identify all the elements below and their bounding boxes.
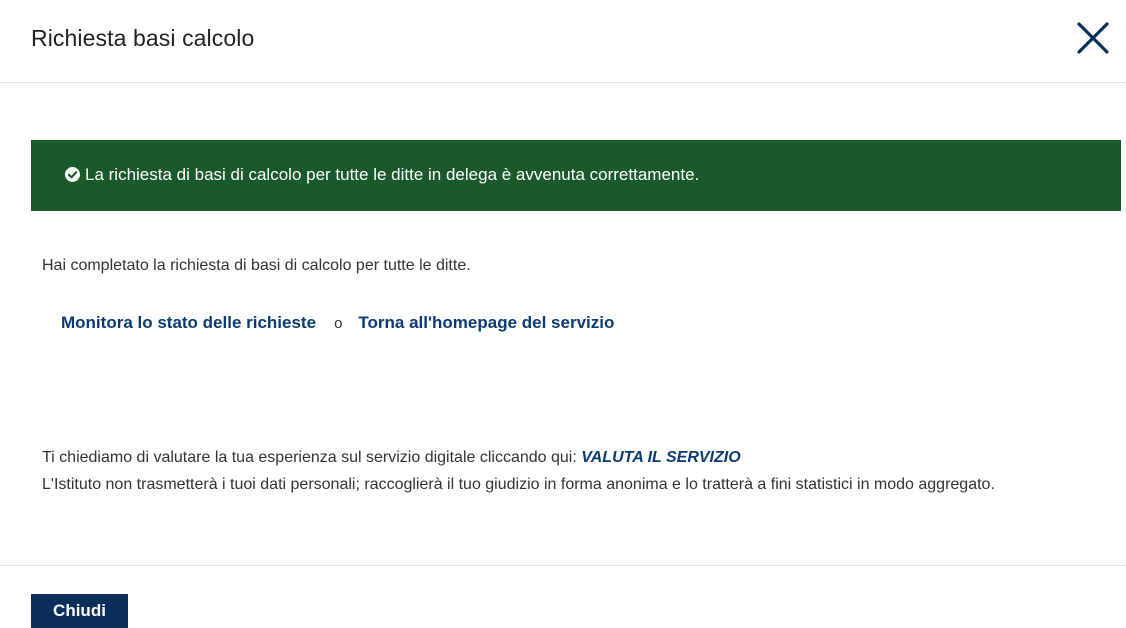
modal-footer: Chiudi <box>0 565 1126 628</box>
modal-dialog: Richiesta basi calcolo La richiesta di b… <box>0 0 1126 628</box>
alert-message: La richiesta di basi di calcolo per tutt… <box>85 165 700 184</box>
check-circle-icon <box>65 167 80 182</box>
rate-service-link[interactable]: VALUTA IL SERVIZIO <box>581 449 740 466</box>
close-icon <box>1077 22 1109 54</box>
feedback-section: Ti chiediamo di valutare la tua esperien… <box>42 444 1102 498</box>
homepage-link[interactable]: Torna all'homepage del servizio <box>358 313 614 332</box>
links-separator: o <box>334 315 343 332</box>
navigation-links: Monitora lo stato delle richieste o Torna … <box>61 313 614 333</box>
feedback-prompt: Ti chiediamo di valutare la tua esperien… <box>42 449 577 466</box>
completion-message: Hai completato la richiesta di basi di c… <box>42 257 471 274</box>
success-alert: La richiesta di basi di calcolo per tutt… <box>31 140 1121 211</box>
modal-title: Richiesta basi calcolo <box>31 25 255 51</box>
close-modal-button[interactable]: Chiudi <box>31 594 128 628</box>
privacy-note: L'Istituto non trasmetterà i tuoi dati p… <box>42 476 995 493</box>
modal-header: Richiesta basi calcolo <box>0 0 1126 83</box>
close-button[interactable] <box>1073 18 1113 58</box>
monitor-requests-link[interactable]: Monitora lo stato delle richieste <box>61 313 316 332</box>
